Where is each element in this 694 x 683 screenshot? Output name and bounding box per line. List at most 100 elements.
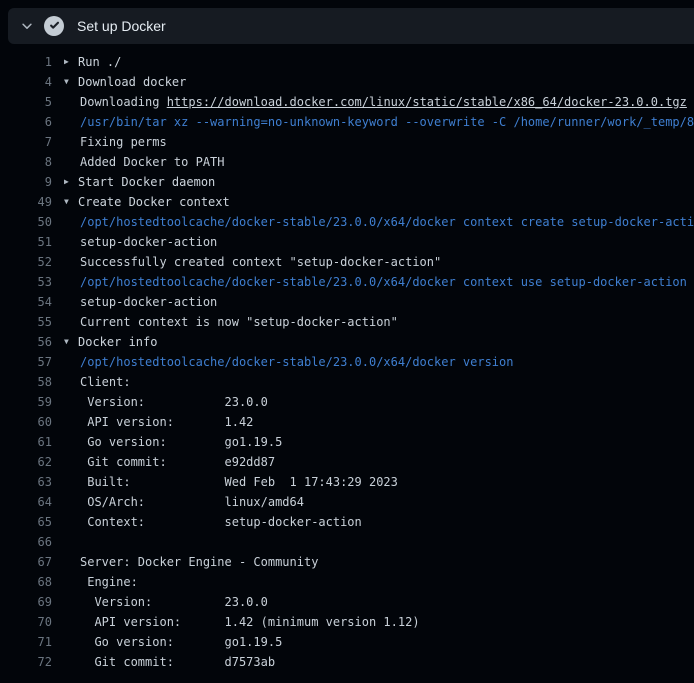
log-line: 51setup-docker-action: [0, 232, 694, 252]
log-line: 57/opt/hostedtoolcache/docker-stable/23.…: [0, 352, 694, 372]
log-line: 69 Version: 23.0.0: [0, 592, 694, 612]
line-number[interactable]: 61: [0, 432, 52, 452]
line-number[interactable]: 59: [0, 392, 52, 412]
log-text: Git commit: e92dd87: [80, 452, 275, 472]
line-number[interactable]: 66: [0, 532, 52, 552]
step-title: Set up Docker: [77, 18, 166, 34]
line-number[interactable]: 8: [0, 152, 52, 172]
log-line: 60 API version: 1.42: [0, 412, 694, 432]
log-text: setup-docker-action: [80, 292, 217, 312]
group-title: Start Docker daemon: [78, 172, 215, 192]
line-number[interactable]: 50: [0, 212, 52, 232]
log-line: 71 Go version: go1.19.5: [0, 632, 694, 652]
log-line: 7 Fixing perms: [0, 132, 694, 152]
actions-log-page: Set up Docker 1▶Run ./4▼Download docker5…: [0, 8, 694, 672]
line-number[interactable]: 63: [0, 472, 52, 492]
log-text: Server: Docker Engine - Community: [80, 552, 318, 572]
log-line: 61 Go version: go1.19.5: [0, 432, 694, 452]
log-lines: 1▶Run ./4▼Download docker5Downloading ht…: [0, 52, 694, 672]
group-title: Download docker: [78, 72, 186, 92]
line-number[interactable]: 52: [0, 252, 52, 272]
group-line[interactable]: ▼Create Docker context: [64, 192, 230, 212]
line-number[interactable]: 6: [0, 112, 52, 132]
group-collapsed-icon: ▶: [64, 52, 78, 72]
step-header[interactable]: Set up Docker: [8, 8, 694, 44]
log-text: Added Docker to PATH: [80, 152, 225, 172]
log-line: 53/opt/hostedtoolcache/docker-stable/23.…: [0, 272, 694, 292]
line-number[interactable]: 49: [0, 192, 52, 212]
group-line[interactable]: ▼Docker info: [64, 332, 157, 352]
log-line: 54 setup-docker-action: [0, 292, 694, 312]
line-number[interactable]: 58: [0, 372, 52, 392]
line-number[interactable]: 4: [0, 72, 52, 92]
line-number[interactable]: 70: [0, 612, 52, 632]
line-number[interactable]: 57: [0, 352, 52, 372]
line-number[interactable]: 9: [0, 172, 52, 192]
log-text: Go version: go1.19.5: [80, 432, 282, 452]
group-title: Create Docker context: [78, 192, 230, 212]
line-number[interactable]: 7: [0, 132, 52, 152]
group-expanded-icon: ▼: [64, 72, 78, 92]
chevron-down-icon[interactable]: [18, 19, 36, 33]
log-line: 62 Git commit: e92dd87: [0, 452, 694, 472]
line-number[interactable]: 62: [0, 452, 52, 472]
log-line: 68 Engine:: [0, 572, 694, 592]
line-number[interactable]: 5: [0, 92, 52, 112]
log-line: 66: [0, 532, 694, 552]
log-text: Built: Wed Feb 1 17:43:29 2023: [80, 472, 398, 492]
log-text: Client:: [80, 372, 131, 392]
log-text: Context: setup-docker-action: [80, 512, 362, 532]
line-number[interactable]: 54: [0, 292, 52, 312]
line-number[interactable]: 56: [0, 332, 52, 352]
log-text: Version: 23.0.0: [80, 592, 268, 612]
line-number[interactable]: 72: [0, 652, 52, 672]
log-text: Go version: go1.19.5: [80, 632, 282, 652]
log-line: 67 Server: Docker Engine - Community: [0, 552, 694, 572]
check-circle-icon: [44, 16, 64, 36]
log-line: 5 Downloading https://download.docker.com…: [0, 92, 694, 112]
log-link[interactable]: https://download.docker.com/linux/static…: [167, 95, 687, 109]
line-number[interactable]: 53: [0, 272, 52, 292]
line-number[interactable]: 65: [0, 512, 52, 532]
log-line: 50/opt/hostedtoolcache/docker-stable/23.…: [0, 212, 694, 232]
log-text: API version: 1.42 (minimum version 1.12): [80, 612, 420, 632]
log-text: OS/Arch: linux/amd64: [80, 492, 304, 512]
log-text: Git commit: d7573ab: [80, 652, 275, 672]
log-container: 1▶Run ./4▼Download docker5Downloading ht…: [0, 44, 694, 672]
line-number[interactable]: 1: [0, 52, 52, 72]
log-line: 63 Built: Wed Feb 1 17:43:29 2023: [0, 472, 694, 492]
line-number[interactable]: 51: [0, 232, 52, 252]
line-number[interactable]: 55: [0, 312, 52, 332]
log-line: 72 Git commit: d7573ab: [0, 652, 694, 672]
log-line: 52 Successfully created context "setup-do…: [0, 252, 694, 272]
line-number[interactable]: 68: [0, 572, 52, 592]
log-line: 8 Added Docker to PATH: [0, 152, 694, 172]
log-line: 55Current context is now "setup-docker-a…: [0, 312, 694, 332]
log-line: 1 ▶Run ./: [0, 52, 694, 72]
log-text: /opt/hostedtoolcache/docker-stable/23.0.…: [80, 212, 694, 232]
line-number[interactable]: 67: [0, 552, 52, 572]
line-number[interactable]: 60: [0, 412, 52, 432]
log-text-prefix: Downloading: [80, 95, 167, 109]
group-expanded-icon: ▼: [64, 332, 78, 352]
log-line: 9 ▶Start Docker daemon: [0, 172, 694, 192]
line-number[interactable]: 71: [0, 632, 52, 652]
log-text: API version: 1.42: [80, 412, 253, 432]
log-line: 6/usr/bin/tar xz --warning=no-unknown-ke…: [0, 112, 694, 132]
log-text: /usr/bin/tar xz --warning=no-unknown-key…: [80, 112, 694, 132]
log-line: 65 Context: setup-docker-action: [0, 512, 694, 532]
log-text: /opt/hostedtoolcache/docker-stable/23.0.…: [80, 272, 687, 292]
log-line: 70 API version: 1.42 (minimum version 1.…: [0, 612, 694, 632]
log-text: Fixing perms: [80, 132, 167, 152]
log-text: Engine:: [80, 572, 138, 592]
group-line[interactable]: ▶Run ./: [64, 52, 121, 72]
log-line: 64 OS/Arch: linux/amd64: [0, 492, 694, 512]
group-line[interactable]: ▼Download docker: [64, 72, 186, 92]
log-line: 49 ▼Create Docker context: [0, 192, 694, 212]
log-text: Successfully created context "setup-dock…: [80, 252, 441, 272]
log-line: 56 ▼Docker info: [0, 332, 694, 352]
line-number[interactable]: 64: [0, 492, 52, 512]
line-number[interactable]: 69: [0, 592, 52, 612]
group-title: Docker info: [78, 332, 157, 352]
group-line[interactable]: ▶Start Docker daemon: [64, 172, 215, 192]
